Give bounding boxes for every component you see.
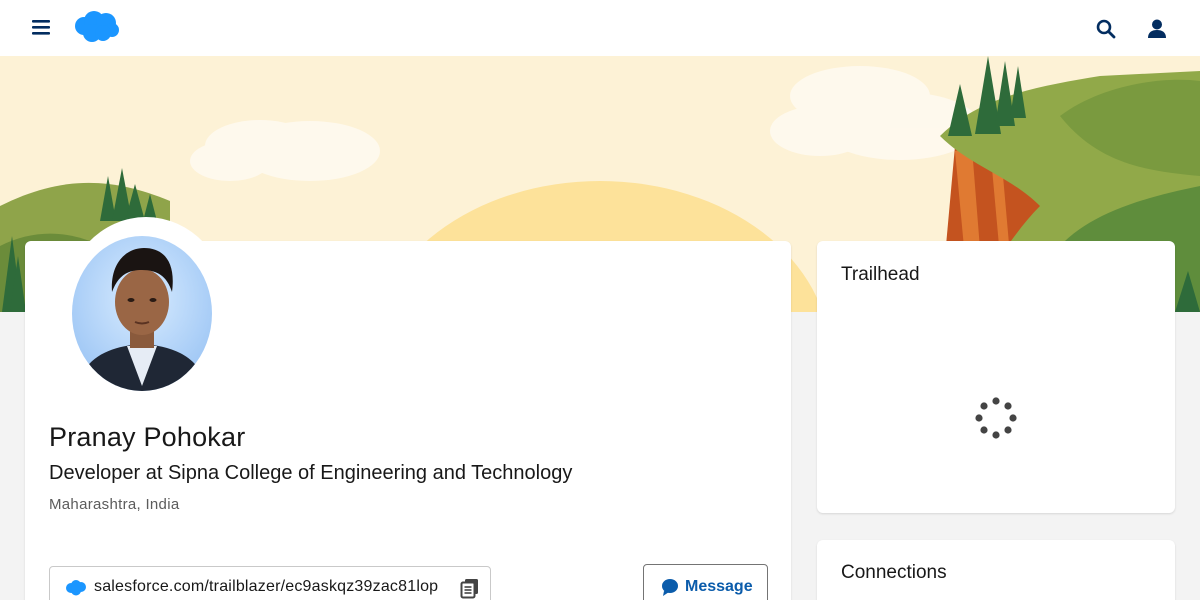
top-navigation-bar [0,0,1200,56]
profile-title: Developer at Sipna College of Engineerin… [49,462,573,484]
salesforce-cloud-icon [65,580,87,596]
user-profile-icon[interactable] [1145,17,1169,41]
loading-spinner-icon [974,396,1018,440]
profile-url-field[interactable]: salesforce.com/trailblazer/ec9askqz39zac… [49,566,491,600]
trailhead-card: Trailhead [817,241,1175,513]
connections-card: Connections [817,540,1175,600]
avatar [72,236,212,391]
message-button-label: Message [685,578,753,595]
connections-card-title: Connections [841,562,947,583]
profile-name: Pranay Pohokar [49,422,246,452]
search-icon[interactable] [1094,17,1118,41]
cloud-shape [190,120,380,181]
message-button[interactable]: Message [643,564,768,600]
profile-url-text: salesforce.com/trailblazer/ec9askqz39zac… [94,578,439,595]
profile-location: Maharashtra, India [49,496,180,513]
chat-bubble-icon [661,578,679,596]
salesforce-cloud-logo[interactable] [72,10,120,44]
trailhead-card-title: Trailhead [841,264,920,285]
hamburger-menu-icon[interactable] [30,16,54,40]
copy-icon[interactable] [459,577,481,599]
